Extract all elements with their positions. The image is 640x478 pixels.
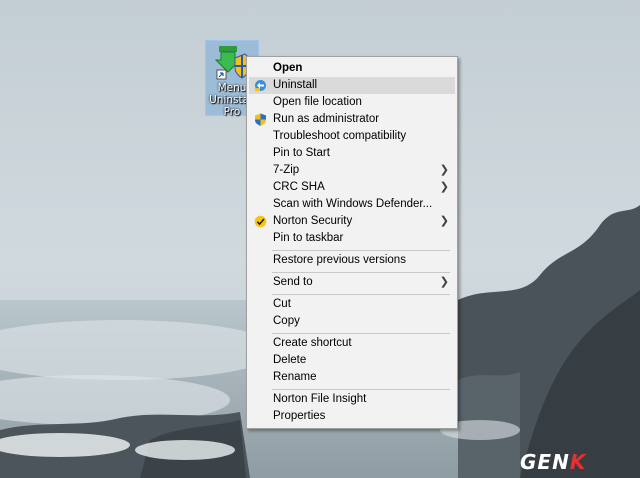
chevron-right-icon: ❯ <box>439 276 449 288</box>
menu-item-run-as-administrator[interactable]: Run as administrator <box>249 111 455 128</box>
menu-item-pin-to-taskbar[interactable]: Pin to taskbar <box>249 230 455 247</box>
menu-item-open-file-location[interactable]: Open file location <box>249 94 455 111</box>
menu-item-pin-to-start[interactable]: Pin to Start <box>249 145 455 162</box>
watermark-accent-text: K <box>569 450 587 474</box>
menu-item-label: Rename <box>273 371 317 383</box>
menu-item-cut[interactable]: Cut <box>249 296 455 313</box>
menu-item-label: Send to <box>273 276 313 288</box>
uninstall-icon <box>254 79 267 92</box>
menu-item-label: 7-Zip <box>273 164 300 176</box>
watermark-main-text: GEN <box>520 450 570 474</box>
menu-item-label: Copy <box>273 315 300 327</box>
menu-item-norton-file-insight[interactable]: Norton File Insight <box>249 391 455 408</box>
menu-item-delete[interactable]: Delete <box>249 352 455 369</box>
context-menu: Open Uninstall Open file location Run as… <box>246 56 458 429</box>
menu-item-restore-previous-versions[interactable]: Restore previous versions <box>249 252 455 269</box>
norton-check-icon <box>254 215 267 228</box>
menu-item-label: Create shortcut <box>273 337 352 349</box>
menu-item-copy[interactable]: Copy <box>249 313 455 330</box>
menu-separator <box>272 389 450 390</box>
menu-item-label: Restore previous versions <box>273 254 406 266</box>
menu-item-label: Open file location <box>273 96 362 108</box>
menu-separator <box>272 333 450 334</box>
uac-shield-icon <box>254 113 267 126</box>
menu-item-send-to[interactable]: Send to ❯ <box>249 274 455 291</box>
menu-item-label: Scan with Windows Defender... <box>273 198 433 210</box>
menu-item-label: Properties <box>273 410 326 422</box>
menu-item-label: Uninstall <box>273 79 318 91</box>
menu-item-7zip[interactable]: 7-Zip ❯ <box>249 162 455 179</box>
menu-item-properties[interactable]: Properties <box>249 408 455 425</box>
menu-item-label: Pin to Start <box>273 147 330 159</box>
chevron-right-icon: ❯ <box>439 164 449 176</box>
genk-watermark-logo: GENK <box>520 450 630 474</box>
menu-separator <box>272 250 450 251</box>
menu-separator <box>272 294 450 295</box>
menu-item-rename[interactable]: Rename <box>249 369 455 386</box>
menu-item-label: Norton Security <box>273 215 353 227</box>
menu-item-label: Run as administrator <box>273 113 380 125</box>
chevron-right-icon: ❯ <box>439 215 449 227</box>
menu-item-label: CRC SHA <box>273 181 325 193</box>
menu-item-label: Open <box>273 62 303 74</box>
chevron-right-icon: ❯ <box>439 181 449 193</box>
menu-item-create-shortcut[interactable]: Create shortcut <box>249 335 455 352</box>
menu-item-uninstall[interactable]: Uninstall <box>249 77 455 94</box>
menu-item-crc-sha[interactable]: CRC SHA ❯ <box>249 179 455 196</box>
menu-item-scan-with-windows-defender[interactable]: Scan with Windows Defender... <box>249 196 455 213</box>
menu-item-label: Troubleshoot compatibility <box>273 130 407 142</box>
menu-item-label: Norton File Insight <box>273 393 367 405</box>
menu-item-label: Pin to taskbar <box>273 232 344 244</box>
menu-item-label: Delete <box>273 354 307 366</box>
menu-item-label: Cut <box>273 298 291 310</box>
menu-item-troubleshoot-compatibility[interactable]: Troubleshoot compatibility <box>249 128 455 145</box>
menu-item-open[interactable]: Open <box>249 60 455 77</box>
menu-separator <box>272 272 450 273</box>
menu-item-norton-security[interactable]: Norton Security ❯ <box>249 213 455 230</box>
